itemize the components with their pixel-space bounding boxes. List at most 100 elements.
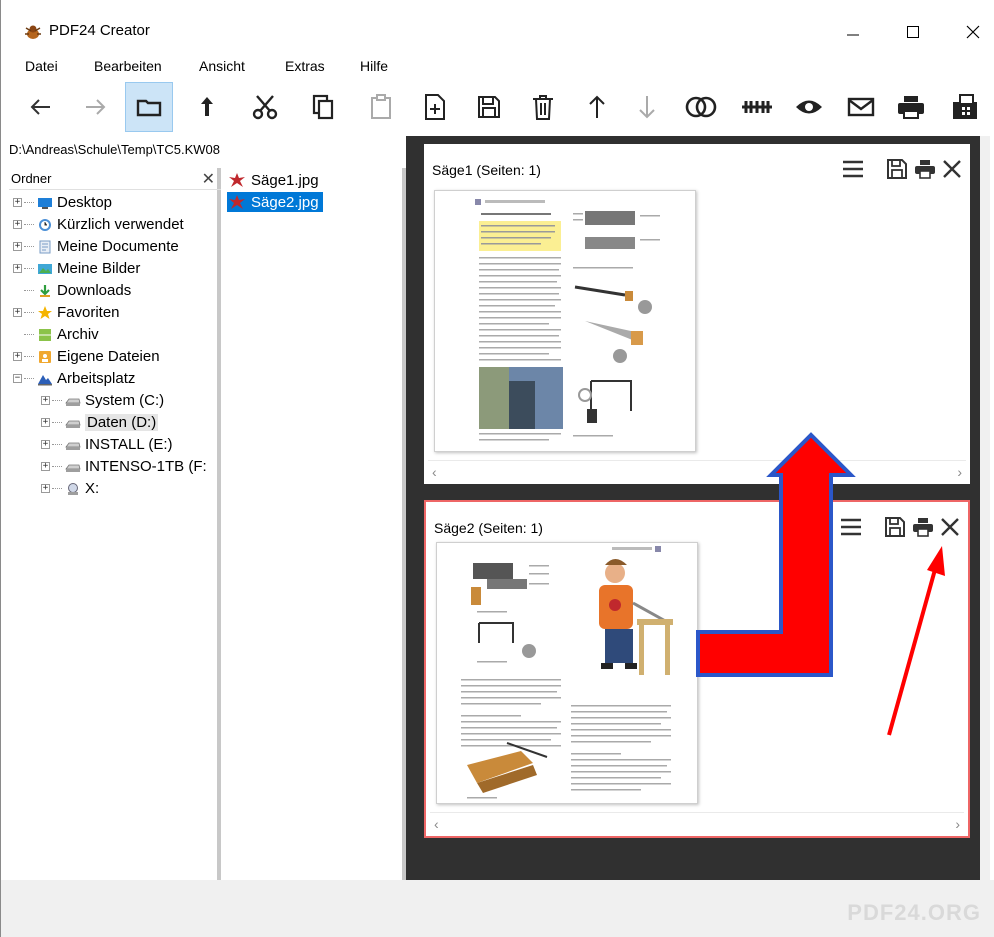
split-button[interactable] [733, 82, 781, 132]
close-icon [966, 25, 980, 39]
expand-icon[interactable]: + [13, 352, 22, 361]
expand-icon[interactable]: + [41, 440, 50, 449]
page-preview-image [461, 546, 673, 799]
menu-icon[interactable] [842, 159, 864, 179]
printer-icon[interactable] [912, 517, 934, 537]
card-horizontal-scrollbar[interactable]: ‹ › [430, 812, 964, 834]
tree-item-computer[interactable]: − Arbeitsplatz [13, 368, 135, 389]
document-viewer: Säge1 (Seiten: 1) ‹ › Säge2 (Seiten: 1) … [406, 136, 990, 880]
eye-icon [796, 100, 822, 114]
collapse-icon[interactable]: − [13, 374, 22, 383]
tree-item-pictures[interactable]: + Meine Bilder [13, 258, 140, 279]
tree-item-favorites[interactable]: + Favoriten [13, 302, 120, 323]
printer-icon [898, 96, 924, 119]
save-button[interactable] [465, 82, 513, 132]
close-window-button[interactable] [953, 14, 993, 50]
status-bar: PDF24.ORG [1, 880, 994, 937]
expand-icon[interactable]: + [13, 220, 22, 229]
arrow-up-bold-icon [201, 97, 213, 116]
tree-item-recent[interactable]: + Kürzlich verwendet [13, 214, 184, 235]
tree-item-label: X: [85, 480, 100, 497]
back-button[interactable] [17, 82, 65, 132]
mail-icon [847, 97, 875, 117]
scroll-right-icon[interactable]: › [957, 464, 962, 480]
save-icon[interactable] [884, 516, 906, 538]
fax-button[interactable] [941, 82, 989, 132]
expand-icon[interactable]: + [41, 462, 50, 471]
forward-button[interactable] [71, 82, 119, 132]
expand-icon[interactable]: + [41, 396, 50, 405]
scroll-left-icon[interactable]: ‹ [434, 816, 439, 832]
email-button[interactable] [837, 82, 885, 132]
expand-icon[interactable]: + [13, 264, 22, 273]
close-tree-icon[interactable]: ✕ [202, 169, 215, 189]
split-pages-icon [742, 101, 772, 113]
close-icon[interactable] [942, 159, 962, 179]
expand-icon[interactable]: + [13, 242, 22, 251]
save-icon[interactable] [886, 158, 908, 180]
page-thumbnail[interactable] [436, 542, 698, 804]
fax-icon [953, 94, 977, 119]
tree-item-drive-e[interactable]: + INSTALL (E:) [41, 434, 173, 455]
drive-icon [65, 420, 81, 428]
tree-item-label: System (C:) [85, 392, 165, 409]
printer-icon[interactable] [914, 159, 936, 179]
expand-icon[interactable]: + [41, 484, 50, 493]
merge-button[interactable] [677, 82, 725, 132]
menu-bearbeiten[interactable]: Bearbeiten [94, 58, 162, 74]
cut-button[interactable] [241, 82, 289, 132]
document-card-saege2[interactable]: Säge2 (Seiten: 1) ‹ › [424, 500, 970, 838]
move-down-button[interactable] [623, 82, 671, 132]
download-arrow-icon [40, 284, 50, 297]
copy-button[interactable] [299, 82, 347, 132]
menu-hilfe[interactable]: Hilfe [360, 58, 388, 74]
scroll-left-icon[interactable]: ‹ [432, 464, 437, 480]
expand-icon[interactable]: + [13, 308, 22, 317]
card-horizontal-scrollbar[interactable]: ‹ › [428, 460, 966, 482]
tree-item-drive-f[interactable]: + INTENSO-1TB (F: [41, 456, 207, 477]
file-item-saege2[interactable]: Säge2.jpg [227, 192, 323, 212]
tree-item-drive-c[interactable]: + System (C:) [41, 390, 164, 411]
maximize-button[interactable] [893, 14, 933, 50]
tree-item-drive-d[interactable]: + Daten (D:) [41, 412, 159, 433]
title-bar: PDF24 Creator [1, 0, 994, 52]
scroll-right-icon[interactable]: › [955, 816, 960, 832]
file-plus-icon [425, 94, 445, 120]
tree-item-desktop[interactable]: + Desktop [13, 192, 112, 213]
arrow-right-icon [86, 99, 106, 115]
star-icon [38, 305, 52, 319]
open-folder-button[interactable] [125, 82, 173, 132]
new-document-button[interactable] [411, 82, 459, 132]
delete-button[interactable] [519, 82, 567, 132]
close-icon[interactable] [940, 517, 960, 537]
up-folder-button[interactable] [183, 82, 231, 132]
tree-item-own-files[interactable]: + Eigene Dateien [13, 346, 160, 367]
preview-button[interactable] [785, 82, 833, 132]
minimize-button[interactable] [833, 14, 873, 50]
user-folder-icon [39, 350, 51, 363]
tree-item-drive-x[interactable]: + X: [41, 478, 99, 499]
menu-extras[interactable]: Extras [285, 58, 325, 74]
document-card-saege1[interactable]: Säge1 (Seiten: 1) ‹ › [424, 144, 970, 484]
tree-item-downloads[interactable]: Downloads [13, 280, 131, 301]
print-button[interactable] [887, 82, 935, 132]
tree-item-documents[interactable]: + Meine Documente [13, 236, 179, 257]
expand-icon[interactable]: + [13, 198, 22, 207]
app-window: PDF24 Creator Datei Bearbeiten Ansicht E… [0, 0, 994, 937]
menu-datei[interactable]: Datei [25, 58, 58, 74]
file-item-saege1[interactable]: Säge1.jpg [227, 170, 323, 190]
tree-item-archiv[interactable]: Archiv [13, 324, 99, 345]
viewer-vertical-scrollbar[interactable] [980, 136, 990, 880]
file-name: Säge2.jpg [251, 193, 319, 211]
menu-icon[interactable] [840, 517, 862, 537]
pdf24-logo-icon [25, 25, 41, 39]
menu-ansicht[interactable]: Ansicht [199, 58, 245, 74]
paste-button[interactable] [357, 82, 405, 132]
move-up-button[interactable] [573, 82, 621, 132]
page-thumbnail[interactable] [434, 190, 696, 452]
arrow-up-icon [589, 95, 605, 118]
maximize-icon [907, 26, 919, 38]
page-preview-image [475, 199, 660, 441]
save-icon [478, 96, 500, 118]
expand-icon[interactable]: + [41, 418, 50, 427]
